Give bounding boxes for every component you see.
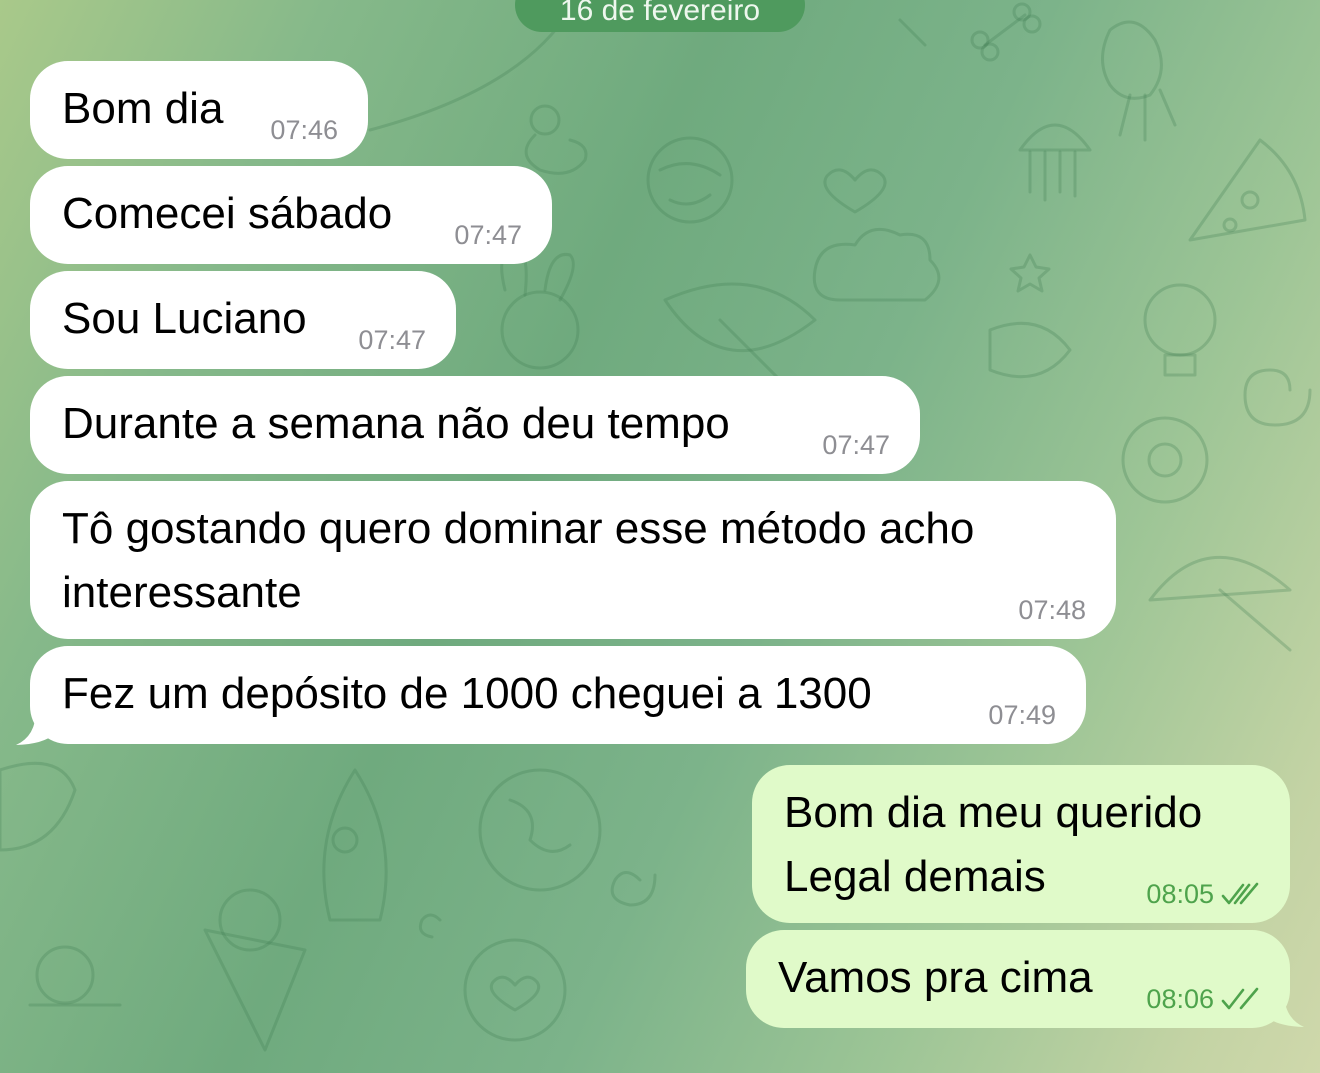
wallpaper-billiard-ball-icon xyxy=(1121,416,1209,504)
wallpaper-squid-icon xyxy=(1101,20,1177,142)
incoming-message[interactable]: Sou Luciano 07:47 xyxy=(30,271,456,369)
message-text: Bom dia meu querido Legal demais xyxy=(784,788,1203,901)
message-text: Comecei sábado xyxy=(62,189,393,238)
wallpaper-swirl-icon xyxy=(418,871,657,939)
message-time: 07:46 xyxy=(270,115,338,145)
wallpaper-planet-icon xyxy=(646,136,734,224)
message-time: 07:47 xyxy=(358,325,426,355)
double-check-icon xyxy=(1221,882,1259,905)
wallpaper-watermelon-icon xyxy=(0,761,77,852)
incoming-message[interactable]: Durante a semana não deu tempo 07:47 xyxy=(30,376,920,474)
message-text: Bom dia xyxy=(62,84,224,133)
incoming-message[interactable]: Bom dia 07:46 xyxy=(30,61,368,159)
message-time: 07:49 xyxy=(988,700,1056,730)
wallpaper-jellyfish-icon xyxy=(1018,123,1092,202)
wallpaper-cloud-icon xyxy=(812,227,941,302)
message-text: Tô gostando quero dominar esse método ac… xyxy=(62,504,975,617)
outgoing-message[interactable]: Bom dia meu querido Legal demais 08:05 xyxy=(752,765,1290,923)
wallpaper-bone-icon xyxy=(970,2,1042,62)
incoming-message[interactable]: Fez um depósito de 1000 cheguei a 1300 0… xyxy=(30,646,1086,744)
double-check-icon xyxy=(1221,987,1259,1010)
message-meta: 08:05 xyxy=(1146,877,1260,911)
message-time: 07:48 xyxy=(1018,595,1086,625)
message-time: 07:47 xyxy=(822,430,890,460)
message-text: Durante a semana não deu tempo xyxy=(62,399,730,448)
message-time: 08:05 xyxy=(1146,879,1214,909)
wallpaper-pizza-icon xyxy=(1188,138,1307,242)
outgoing-message[interactable]: Vamos pra cima 08:06 xyxy=(746,930,1290,1028)
message-time: 07:47 xyxy=(454,220,522,250)
wallpaper-bulb-icon xyxy=(1143,283,1217,377)
date-separator: 16 de fevereiro xyxy=(515,0,805,32)
wallpaper-heart-icon xyxy=(823,168,887,214)
wallpaper-duck-icon xyxy=(524,104,588,175)
wallpaper-rocket-icon xyxy=(322,768,388,922)
message-text: Vamos pra cima xyxy=(778,953,1093,1002)
wallpaper-spiral-icon xyxy=(1243,368,1312,427)
wallpaper-fish-icon xyxy=(988,321,1072,379)
message-text: Fez um depósito de 1000 cheguei a 1300 xyxy=(62,669,872,718)
wallpaper-globe-icon xyxy=(478,768,602,892)
wallpaper-rabbit-icon xyxy=(500,248,580,370)
wallpaper-heart-bubble-icon xyxy=(463,938,567,1042)
date-label: 16 de fevereiro xyxy=(559,0,761,27)
wallpaper-snail-icon xyxy=(28,945,122,1007)
message-time: 08:06 xyxy=(1146,984,1214,1014)
wallpaper-umbrella-icon xyxy=(1148,556,1292,652)
wallpaper-ice-cream-icon xyxy=(203,888,307,1052)
message-meta: 08:06 xyxy=(1146,982,1260,1016)
message-text: Sou Luciano xyxy=(62,294,307,343)
wallpaper-star-icon xyxy=(1009,253,1051,293)
incoming-message[interactable]: Tô gostando quero dominar esse método ac… xyxy=(30,481,1116,639)
incoming-message[interactable]: Comecei sábado 07:47 xyxy=(30,166,552,264)
